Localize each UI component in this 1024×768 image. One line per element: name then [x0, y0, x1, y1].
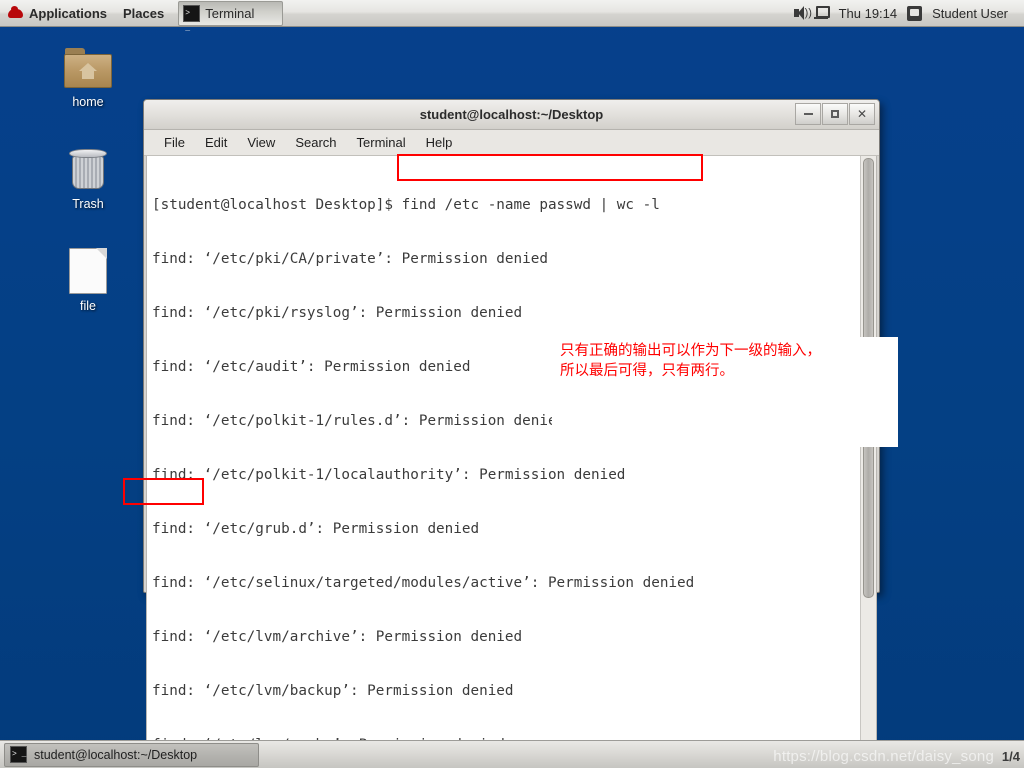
desktop-icon-home-label: home: [72, 95, 104, 109]
terminal-output-line: find: ‘/etc/polkit-1/localauthority’: Pe…: [152, 467, 626, 483]
terminal-prompt: [student@localhost Desktop]$: [152, 197, 402, 213]
annotation-text-line-2: 所以最后可得，只有两行。: [560, 363, 734, 379]
redhat-icon: [8, 5, 23, 21]
menu-file[interactable]: File: [156, 132, 193, 153]
terminal-output-line: find: ‘/etc/pki/rsyslog’: Permission den…: [152, 305, 523, 321]
applications-menu[interactable]: Applications: [0, 0, 115, 27]
user-status-icon: [907, 5, 923, 21]
menu-help[interactable]: Help: [418, 132, 461, 153]
top-panel-status-area: )) Thu 19:14 Student User: [793, 0, 1024, 27]
terminal-output-line: find: ‘/etc/lvm/backup’: Permission deni…: [152, 683, 514, 699]
terminal-command-line: [student@localhost Desktop]$ find /etc -…: [152, 196, 860, 214]
terminal-icon: [10, 746, 27, 763]
maximize-button[interactable]: [822, 103, 848, 125]
window-controls: ✕: [795, 103, 875, 125]
watermark: https://blog.csdn.net/daisy_song: [773, 748, 994, 765]
terminal-scrollbar[interactable]: [860, 156, 876, 768]
top-panel: Applications Places Terminal )) Thu 19:1…: [0, 0, 1024, 36]
page-counter: 1/4: [1001, 749, 1020, 764]
desktop: Applications Places Terminal )) Thu 19:1…: [0, 0, 1024, 768]
user-menu-label[interactable]: Student User: [924, 0, 1016, 27]
taskbar-item-label: student@localhost:~/Desktop: [34, 747, 198, 762]
minimize-icon: [803, 113, 813, 115]
file-icon: [69, 248, 107, 294]
annotation-highlight-command: [397, 154, 703, 181]
applications-menu-label: Applications: [29, 5, 108, 21]
clock[interactable]: Thu 19:14: [831, 0, 906, 27]
terminal-output-line: find: ‘/etc/selinux/targeted/modules/act…: [152, 575, 695, 591]
window-title: student@localhost:~/Desktop: [419, 107, 604, 122]
terminal-output-area[interactable]: [student@localhost Desktop]$ find /etc -…: [147, 156, 860, 768]
desktop-icon-home[interactable]: home: [40, 48, 136, 109]
annotation-text: 只有正确的输出可以作为下一级的输入， 所以最后可得，只有两行。: [560, 341, 900, 381]
terminal-icon: [183, 4, 201, 36]
desktop-icon-trash[interactable]: Trash: [40, 148, 136, 211]
menu-edit[interactable]: Edit: [197, 132, 235, 153]
volume-icon[interactable]: )): [793, 5, 812, 21]
places-menu-label: Places: [123, 5, 165, 21]
menu-search[interactable]: Search: [287, 132, 344, 153]
terminal-body[interactable]: [student@localhost Desktop]$ find /etc -…: [146, 156, 877, 768]
network-icon[interactable]: [813, 5, 830, 21]
desktop-icon-file[interactable]: file: [40, 248, 136, 313]
terminal-menubar: File Edit View Search Terminal Help: [144, 130, 879, 156]
terminal-output-line: find: ‘/etc/pki/CA/private’: Permission …: [152, 251, 548, 267]
top-panel-window-task-label: Terminal: [205, 5, 255, 21]
top-panel-window-task-terminal[interactable]: Terminal: [178, 0, 284, 36]
taskbar-item-terminal[interactable]: student@localhost:~/Desktop: [4, 742, 259, 767]
folder-home-icon: [64, 48, 112, 90]
places-menu[interactable]: Places: [115, 0, 172, 27]
terminal-output-line: find: ‘/etc/grub.d’: Permission denied: [152, 521, 480, 537]
minimize-button[interactable]: [795, 103, 821, 125]
desktop-icon-file-label: file: [80, 299, 96, 313]
terminal-output-line: find: ‘/etc/lvm/archive’: Permission den…: [152, 629, 523, 645]
bottom-panel: student@localhost:~/Desktop https://blog…: [0, 740, 1024, 768]
close-button[interactable]: ✕: [849, 103, 875, 125]
annotation-text-line-1: 只有正确的输出可以作为下一级的输入，: [560, 343, 821, 359]
menu-view[interactable]: View: [239, 132, 283, 153]
trash-icon: [66, 148, 110, 192]
maximize-icon: [831, 110, 839, 118]
terminal-command: find /etc -name passwd | wc -l: [401, 197, 660, 213]
window-titlebar[interactable]: student@localhost:~/Desktop ✕: [144, 100, 879, 130]
desktop-icon-trash-label: Trash: [72, 197, 104, 211]
annotation-highlight-result: [123, 478, 204, 505]
menu-terminal[interactable]: Terminal: [349, 132, 414, 153]
